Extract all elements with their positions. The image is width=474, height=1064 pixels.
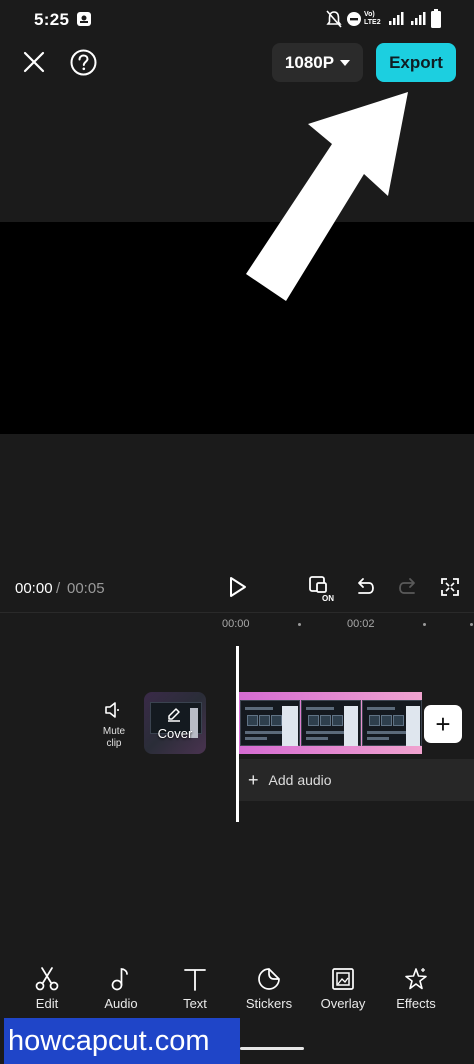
battery-icon	[430, 9, 442, 28]
total-time: 00:05	[67, 580, 105, 597]
scissors-icon	[35, 967, 59, 991]
tool-effects[interactable]: Effects	[381, 966, 451, 1011]
overlay-icon	[332, 968, 354, 990]
ruler-tick	[470, 623, 473, 626]
preview-mode-icon[interactable]: ON	[308, 574, 338, 607]
mute-clip-label[interactable]: Mute clip	[96, 726, 132, 750]
plus-icon: +	[435, 709, 451, 739]
text-icon	[184, 969, 206, 991]
redo-icon[interactable]	[398, 577, 418, 602]
add-audio-label: Add audio	[268, 772, 332, 788]
sticker-icon	[258, 968, 280, 990]
close-icon[interactable]	[22, 50, 46, 74]
music-note-icon	[111, 968, 128, 991]
resolution-label: 1080P	[284, 52, 335, 72]
signal-icon	[388, 10, 404, 28]
watermark-banner: howcapcut.com	[4, 1018, 240, 1064]
cover-thumbnail[interactable]: Cover	[144, 692, 206, 754]
divider	[0, 612, 474, 613]
tool-edit[interactable]: Edit	[12, 966, 82, 1011]
sparkle-star-icon	[405, 968, 427, 990]
network-label: Vo) LTE2	[364, 11, 381, 26]
signal-icon-2	[410, 10, 426, 28]
ruler-tick	[298, 623, 301, 626]
caret-down-icon	[340, 59, 351, 66]
add-audio-track[interactable]: + Add audio	[238, 759, 474, 801]
playhead[interactable]	[236, 646, 239, 822]
ruler-label: 00:00	[222, 618, 250, 630]
cover-label: Cover	[157, 726, 193, 741]
svg-text:ON: ON	[322, 594, 334, 602]
edit-pencil-icon	[166, 706, 182, 727]
plus-icon: +	[248, 769, 259, 790]
help-icon[interactable]	[70, 49, 97, 76]
tool-label: Audio	[104, 996, 138, 1011]
ruler-tick	[423, 623, 426, 626]
tool-text[interactable]: Text	[160, 966, 230, 1011]
tool-audio[interactable]: Audio	[86, 966, 156, 1011]
tool-overlay[interactable]: Overlay	[308, 966, 378, 1011]
export-button[interactable]: Export	[376, 43, 456, 82]
current-time: 00:00	[15, 580, 53, 597]
resolution-dropdown[interactable]: 1080P	[272, 43, 363, 82]
tool-label: Effects	[396, 996, 436, 1011]
tool-label: Text	[183, 996, 207, 1011]
tool-label: Edit	[35, 996, 59, 1011]
status-time: 5:25	[34, 10, 70, 29]
annotation-arrow-icon	[240, 86, 412, 311]
dnd-icon	[346, 10, 362, 28]
export-label: Export	[389, 52, 443, 72]
undo-icon[interactable]	[355, 577, 375, 602]
play-icon[interactable]	[228, 576, 248, 603]
tool-stickers[interactable]: Stickers	[234, 966, 304, 1011]
ruler-label: 00:02	[347, 618, 375, 630]
notification-icon	[76, 11, 92, 29]
add-clip-button[interactable]: +	[424, 705, 462, 743]
tool-label: Stickers	[245, 996, 293, 1011]
video-clip[interactable]	[238, 692, 422, 754]
fullscreen-icon[interactable]	[440, 577, 460, 602]
home-indicator[interactable]	[240, 1047, 304, 1050]
time-separator: /	[56, 580, 61, 597]
mute-icon[interactable]	[103, 700, 125, 725]
tool-label: Overlay	[320, 996, 366, 1011]
mute-bell-icon	[326, 10, 342, 28]
